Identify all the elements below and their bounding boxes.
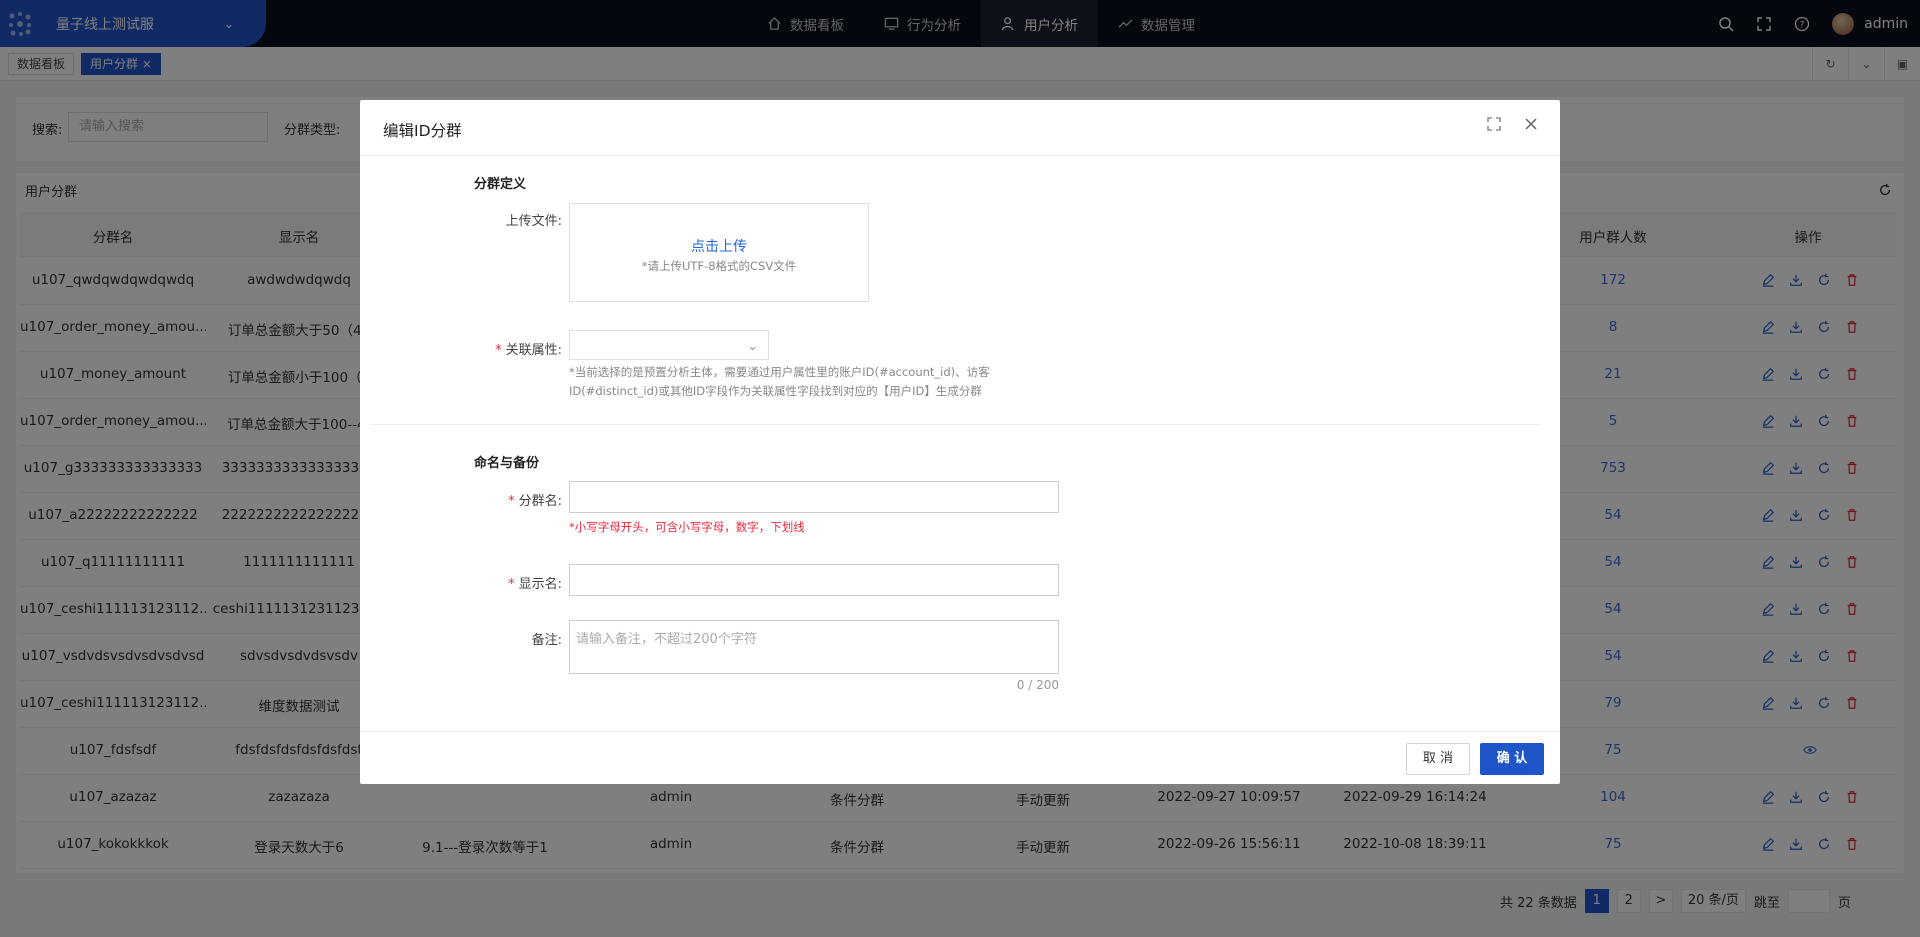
dialog-header: 编辑ID分群 [360,100,1560,156]
section-divider [370,424,1540,425]
display-name-input[interactable] [569,564,1059,596]
maximize-icon[interactable] [1486,116,1502,132]
assoc-hint-line-2: ID(#distinct_id)或其他ID字段作为关联属性字段找到对应的【用户I… [569,384,982,398]
cancel-button[interactable]: 取 消 [1406,743,1470,775]
remark-label: 备注: [531,633,562,648]
dialog-footer: 取 消 确 认 [360,731,1560,784]
edit-segment-dialog: 编辑ID分群 分群定义 上传文件: 点击上传 *请上传UTF-8格式的CSV文件… [360,100,1560,784]
display-name-label: * 显示名: [508,577,562,592]
remark-textarea[interactable]: 请输入备注，不超过200个字符 [569,620,1059,674]
dialog-title: 编辑ID分群 [383,122,462,140]
upload-hint: *请上传UTF-8格式的CSV文件 [641,259,797,273]
segment-name-input[interactable] [569,481,1059,513]
section-naming-title: 命名与备份 [474,456,540,471]
assoc-label: * 关联属性: [495,343,562,358]
upload-label: 上传文件: [505,214,562,229]
assoc-attribute-select[interactable]: ⌄ [569,330,769,360]
upload-area[interactable]: 点击上传 *请上传UTF-8格式的CSV文件 [569,203,869,302]
close-icon[interactable] [1523,116,1539,132]
remark-char-count: 0 / 200 [1016,678,1059,692]
assoc-hint-line-1: *当前选择的是预置分析主体，需要通过用户属性里的账户ID(#account_id… [569,365,990,379]
confirm-button[interactable]: 确 认 [1480,743,1544,775]
chevron-down-icon: ⌄ [747,339,758,354]
upload-link[interactable]: 点击上传 [570,236,868,256]
section-definition-title: 分群定义 [474,177,527,192]
segment-name-label: * 分群名: [508,494,562,509]
segment-name-error: *小写字母开头，可含小写字母，数字，下划线 [569,520,805,534]
